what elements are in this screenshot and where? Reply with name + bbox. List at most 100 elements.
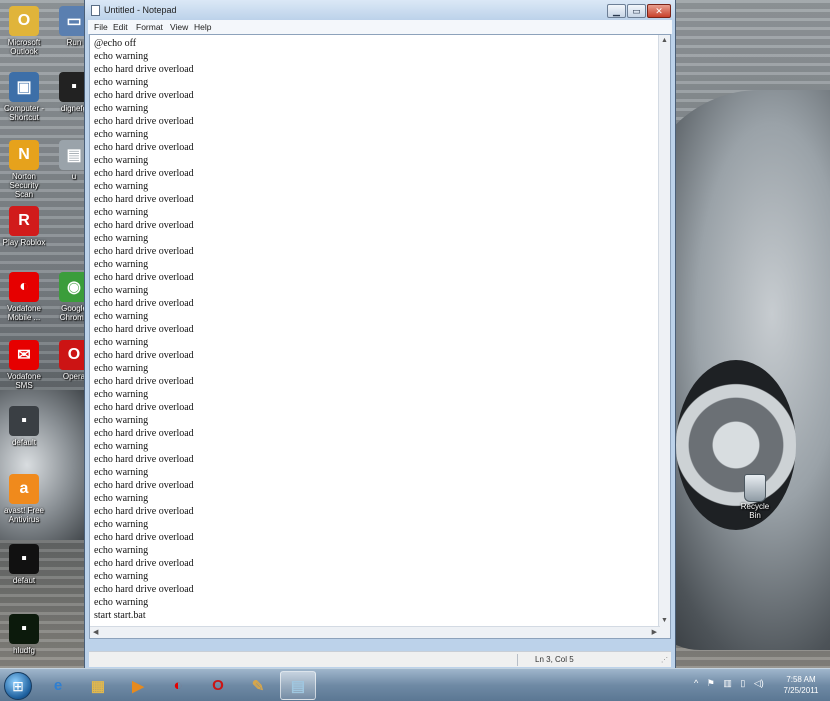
text-line: echo warning [94,51,149,62]
text-editor[interactable]: @echo off echo warning echo hard drive ove… [89,34,671,639]
desktop-icon-label: Norton Security Scan [9,172,39,199]
desktop-icon-default[interactable]: ▪ default [0,406,48,447]
taskbar-paint-button[interactable]: ✎ [240,671,276,700]
text-line: echo hard drive overload [94,350,194,361]
taskbar-internet-explorer-button[interactable]: e [40,671,76,700]
avast-icon: a [9,474,39,504]
menu-edit[interactable]: Edit [113,22,128,32]
menu-view[interactable]: View [170,22,188,32]
text-line: echo warning [94,519,149,530]
taskbar: ⊞ e ▦ ▶ ◐ O ✎ ▤ ^ ⚑ ▥ ▯ ◁) 7:58 AM 7/25/2011 [0,668,830,701]
desktop-icon-roblox[interactable]: R Play Roblox [0,206,48,247]
taskbar-notepad-button[interactable]: ▤ [280,671,316,700]
clock-time: 7:58 AM [786,675,816,684]
text-line: echo warning [94,467,149,478]
notepad-icon: ▤ [290,677,306,695]
text-line: echo warning [94,597,149,608]
text-line: echo hard drive overload [94,584,194,595]
desktop-icon-defaut[interactable]: ▪ defaut [0,544,48,585]
desktop-icon-label: Vodafone SMS [7,372,41,390]
text-content[interactable]: @echo off echo warning echo hard drive ove… [94,37,660,637]
desktop-icon-label: Computer - Shortcut [3,104,44,122]
text-line: echo hard drive overload [94,480,194,491]
text-line: echo warning [94,285,149,296]
text-line: echo hard drive overload [94,246,194,257]
roblox-icon: R [9,206,39,236]
recycle-bin[interactable]: Recycle Bin [734,474,776,520]
minimize-button[interactable]: ▁ [607,4,626,18]
text-line: echo warning [94,155,149,166]
vodafone-icon: ◐ [173,677,183,694]
volume-icon[interactable]: ◁) [754,678,764,688]
scroll-down-icon[interactable]: ▼ [661,617,668,624]
media-player-icon: ▶ [132,677,144,695]
start-button[interactable]: ⊞ [4,672,32,700]
resize-grip-icon[interactable]: ⋰ [661,656,668,664]
cursor-position: Ln 3, Col 5 [535,655,574,664]
horizontal-scrollbar[interactable]: ◀ ▶ [90,626,660,638]
defaut-icon: ▪ [9,544,39,574]
taskbar-media-player-button[interactable]: ▶ [120,671,156,700]
text-line: echo hard drive overload [94,558,194,569]
text-line: echo warning [94,389,149,400]
maximize-button[interactable]: ▭ [627,4,646,18]
text-line: echo hard drive overload [94,142,194,153]
desktop-icon-outlook[interactable]: O Microsoft Outlook [0,6,48,56]
taskbar-vodafone-button[interactable]: ◐ [160,671,196,700]
menu-file[interactable]: File [94,22,108,32]
desktop-icon-vodafone-sms[interactable]: ✉ Vodafone SMS [0,340,48,390]
desktop-icon-label: Microsoft Outlook [7,38,41,56]
close-button[interactable]: ✕ [647,4,671,18]
text-line: echo hard drive overload [94,428,194,439]
menu-format[interactable]: Format [136,22,163,32]
text-line: echo hard drive overload [94,402,194,413]
scroll-up-icon[interactable]: ▲ [661,37,668,44]
network-icon[interactable]: ▥ [723,678,732,688]
text-line: echo warning [94,571,149,582]
paint-icon: ✎ [251,677,265,695]
text-line: echo warning [94,181,149,192]
clock[interactable]: 7:58 AM 7/25/2011 [776,674,826,696]
desktop-icon-label: hludfg [13,646,35,655]
menu-help[interactable]: Help [194,22,211,32]
text-line: echo warning [94,233,149,244]
text-line: echo warning [94,415,149,426]
desktop-icon-avast[interactable]: a avast! Free Antivirus [0,474,48,524]
computer-icon: ▣ [9,72,39,102]
title-bar[interactable]: Untitled - Notepad ▁ ▭ ✕ [85,0,675,20]
desktop-icon-computer[interactable]: ▣ Computer - Shortcut [0,72,48,122]
desktop-icon-label: default [11,438,37,447]
text-line: @echo off [94,38,137,49]
desktop-icon-vodafone[interactable]: ◐ Vodafone Mobile ... [0,272,48,322]
text-line: start start.bat [94,610,146,621]
vertical-scrollbar[interactable]: ▲ ▼ [658,35,670,638]
text-line: echo hard drive overload [94,272,194,283]
scroll-right-icon[interactable]: ▶ [652,628,657,636]
desktop-icon-label: avast! Free Antivirus [3,506,44,524]
outlook-icon: O [9,6,39,36]
text-line: echo hard drive overload [94,64,194,75]
hludfg-icon: ▪ [9,614,39,644]
text-line: echo warning [94,129,149,140]
desktop-icon-label: Vodafone Mobile ... [7,304,41,322]
notepad-window[interactable]: Untitled - Notepad ▁ ▭ ✕ File Edit Forma… [84,0,676,671]
action-center-icon[interactable]: ⚑ [707,678,715,688]
file-explorer-icon: ▦ [90,677,106,695]
desktop-icon-hludfg[interactable]: ▪ hludfg [0,614,48,655]
text-line: echo hard drive overload [94,298,194,309]
norton-icon: N [9,140,39,170]
taskbar-file-explorer-button[interactable]: ▦ [80,671,116,700]
text-line: echo warning [94,441,149,452]
battery-icon[interactable]: ▯ [740,678,745,688]
clock-date: 7/25/2011 [783,686,819,695]
text-line: echo hard drive overload [94,220,194,231]
tray-chevron-icon[interactable]: ^ [694,678,698,688]
text-line: echo warning [94,259,149,270]
menu-bar: File Edit Format View Help [88,20,672,34]
text-line: echo hard drive overload [94,168,194,179]
scroll-left-icon[interactable]: ◀ [93,628,98,636]
taskbar-opera-button[interactable]: O [200,671,236,700]
vodafone-icon: ◐ [9,272,39,302]
text-line: echo warning [94,311,149,322]
desktop-icon-norton[interactable]: N Norton Security Scan [0,140,48,199]
